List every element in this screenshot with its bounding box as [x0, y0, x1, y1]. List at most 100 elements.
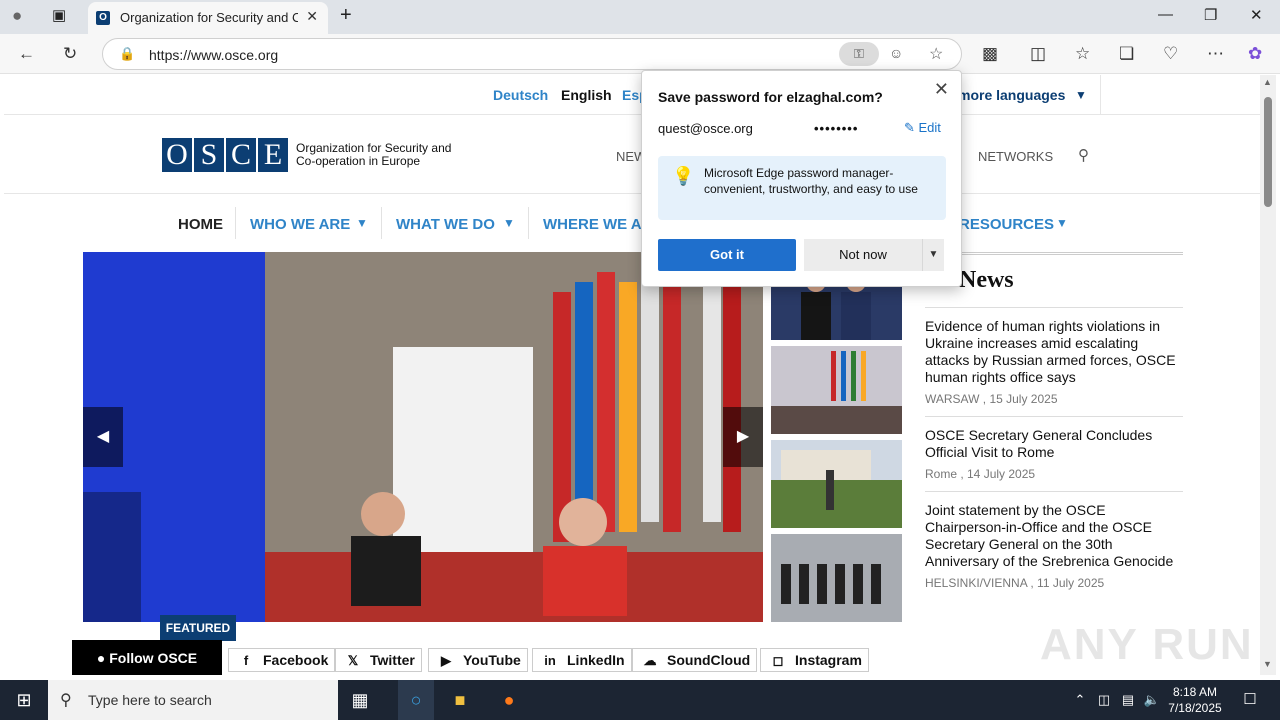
- lang-deutsch[interactable]: Deutsch: [493, 87, 548, 103]
- password-manager-promo: 💡 Microsoft Edge password manager- conve…: [658, 156, 946, 220]
- nav-what-we-do-arrow-icon[interactable]: ▼: [503, 216, 515, 230]
- x-twitter-icon: 𝕏: [347, 653, 359, 668]
- lang-english[interactable]: English: [561, 87, 612, 103]
- split-screen-icon[interactable]: ◫: [1030, 44, 1046, 64]
- window-close-icon[interactable]: ✕: [1250, 6, 1263, 24]
- group-photo: [771, 534, 902, 622]
- news-headline[interactable]: Evidence of human rights violations in U…: [925, 318, 1183, 386]
- instagram-link[interactable]: ◻ Instagram: [760, 648, 869, 672]
- not-now-dropdown-icon[interactable]: ▼: [922, 239, 944, 271]
- favorites-icon[interactable]: ☆: [1075, 44, 1090, 64]
- divider: [1100, 75, 1101, 115]
- got-it-button[interactable]: Got it: [658, 239, 796, 271]
- soundcloud-link[interactable]: ☁ SoundCloud: [632, 648, 758, 672]
- featured-slider-image[interactable]: ◀ ▶: [83, 252, 763, 622]
- page-actions-icon[interactable]: ☺: [889, 45, 903, 61]
- nav-who-we-are-arrow-icon[interactable]: ▼: [356, 216, 368, 230]
- taskbar-search[interactable]: ⚲ Type here to search: [48, 680, 338, 720]
- search-icon[interactable]: ⚲: [1078, 146, 1089, 164]
- header-link-networks[interactable]: NETWORKS: [978, 149, 1053, 164]
- search-icon: ⚲: [60, 692, 72, 709]
- facebook-icon: f: [243, 653, 249, 668]
- news-thumbnail[interactable]: [771, 346, 902, 434]
- news-headline[interactable]: Joint statement by the OSCE Chairperson-…: [925, 502, 1183, 570]
- key-icon[interactable]: ⚿: [839, 42, 879, 66]
- tab-actions-icon[interactable]: ▣: [52, 6, 66, 24]
- windows-start-icon[interactable]: ⊞: [12, 688, 36, 712]
- refresh-icon[interactable]: ↻: [63, 44, 77, 64]
- scroll-down-icon[interactable]: ▼: [1263, 659, 1272, 669]
- nav-home[interactable]: HOME: [178, 216, 223, 233]
- news-headline[interactable]: OSCE Secretary General Concludes Officia…: [925, 427, 1183, 461]
- osce-logo[interactable]: O S C E Organization for Security and Co…: [162, 138, 451, 172]
- tab-strip: ● ▣ O Organization for Security and Co-o…: [0, 0, 1280, 34]
- nav-who-we-are[interactable]: WHO WE ARE: [250, 216, 350, 233]
- firefox-icon[interactable]: ●: [497, 688, 521, 712]
- nav-what-we-do[interactable]: WHAT WE DO: [396, 216, 495, 233]
- scrollbar-thumb[interactable]: [1264, 97, 1272, 207]
- collections-icon[interactable]: ❏: [1119, 44, 1134, 64]
- youtube-link[interactable]: ▶ YouTube: [428, 648, 528, 672]
- address-bar[interactable]: 🔒 https://www.osce.org ⚿ ☺ ☆: [102, 38, 962, 70]
- close-tab-icon[interactable]: ✕: [306, 8, 318, 25]
- new-tab-icon[interactable]: +: [340, 4, 352, 27]
- facebook-link[interactable]: f Facebook: [228, 648, 336, 672]
- system-clock[interactable]: 8:18 AM 7/18/2025: [1160, 684, 1230, 716]
- nav-where-we-are[interactable]: WHERE WE AR: [543, 216, 652, 233]
- follow-osce-button[interactable]: ● Follow OSCE: [72, 640, 222, 675]
- favorite-star-icon[interactable]: ☆: [929, 44, 943, 64]
- slider-prev-icon[interactable]: ◀: [83, 407, 123, 467]
- network-icon[interactable]: ▤: [1116, 688, 1140, 712]
- active-tab[interactable]: O Organization for Security and Co-opera…: [88, 2, 328, 34]
- news-item[interactable]: OSCE Secretary General Concludes Officia…: [925, 417, 1183, 492]
- logo-letter: E: [258, 138, 288, 172]
- slider-next-icon[interactable]: ▶: [723, 407, 763, 467]
- edit-button[interactable]: ✎ Edit: [904, 120, 941, 136]
- news-meta: HELSINKI/VIENNA , 11 July 2025: [925, 576, 1105, 590]
- nav-resources-arrow-icon[interactable]: ▼: [1056, 216, 1068, 230]
- task-view-icon[interactable]: ▦: [348, 688, 372, 712]
- tab-title: Organization for Security and Co-operati…: [120, 10, 298, 25]
- dialog-close-icon[interactable]: ✕: [934, 79, 949, 100]
- settings-more-icon[interactable]: ⋯: [1207, 44, 1224, 64]
- lock-icon[interactable]: 🔒: [119, 46, 135, 62]
- extensions-icon[interactable]: ▩: [982, 44, 998, 64]
- password-mask: ••••••••: [814, 121, 859, 136]
- twitter-link[interactable]: 𝕏 Twitter: [335, 648, 422, 672]
- restore-icon[interactable]: ❐: [1204, 6, 1217, 24]
- latest-news-heading: est News: [925, 252, 1183, 308]
- browser-essentials-icon[interactable]: ♡: [1163, 44, 1178, 64]
- more-languages-link[interactable]: more languages: [958, 87, 1065, 103]
- copilot-icon[interactable]: ✿: [1248, 44, 1262, 64]
- profile-icon[interactable]: ●: [12, 6, 22, 26]
- taskbar-search-placeholder[interactable]: Type here to search: [88, 692, 212, 708]
- outdoor-visit-photo: [771, 440, 902, 528]
- page-scrollbar[interactable]: ▲ ▼: [1260, 75, 1276, 675]
- latest-news-panel: est News Evidence of human rights violat…: [925, 252, 1183, 600]
- network-status-icon[interactable]: ◫: [1092, 688, 1116, 712]
- news-item[interactable]: Evidence of human rights violations in U…: [925, 308, 1183, 417]
- notifications-icon[interactable]: ☐: [1238, 688, 1262, 712]
- more-languages-arrow-icon[interactable]: ▼: [1075, 88, 1087, 102]
- dialog-title: Save password for elzaghal.com?: [658, 89, 883, 105]
- news-thumbnail[interactable]: [771, 440, 902, 528]
- nav-divider: [235, 207, 236, 239]
- social-bar: ● Follow OSCE f Facebook 𝕏 Twitter ▶ YouTub…: [72, 640, 872, 675]
- not-now-button[interactable]: Not now: [804, 239, 922, 271]
- nav-divider: [528, 207, 529, 239]
- linkedin-link[interactable]: in LinkedIn: [532, 648, 632, 672]
- edge-taskbar-icon[interactable]: ○: [398, 680, 434, 720]
- news-thumbnail[interactable]: [771, 534, 902, 622]
- minimize-icon[interactable]: —: [1158, 6, 1173, 23]
- news-item[interactable]: Joint statement by the OSCE Chairperson-…: [925, 492, 1183, 600]
- url-text[interactable]: https://www.osce.org: [149, 47, 278, 63]
- scroll-up-icon[interactable]: ▲: [1263, 77, 1272, 87]
- clock-time: 8:18 AM: [1172, 685, 1218, 699]
- conference-photo: [771, 346, 902, 434]
- main-navigation: HOME WHO WE ARE ▼ WHAT WE DO ▼ WHERE WE …: [4, 195, 1260, 253]
- file-explorer-icon[interactable]: ■: [448, 688, 472, 712]
- youtube-label: YouTube: [463, 652, 521, 668]
- show-hidden-icons-icon[interactable]: ⌃: [1068, 688, 1092, 712]
- back-icon[interactable]: ←: [18, 44, 35, 64]
- nav-resources[interactable]: RESOURCES: [959, 216, 1054, 233]
